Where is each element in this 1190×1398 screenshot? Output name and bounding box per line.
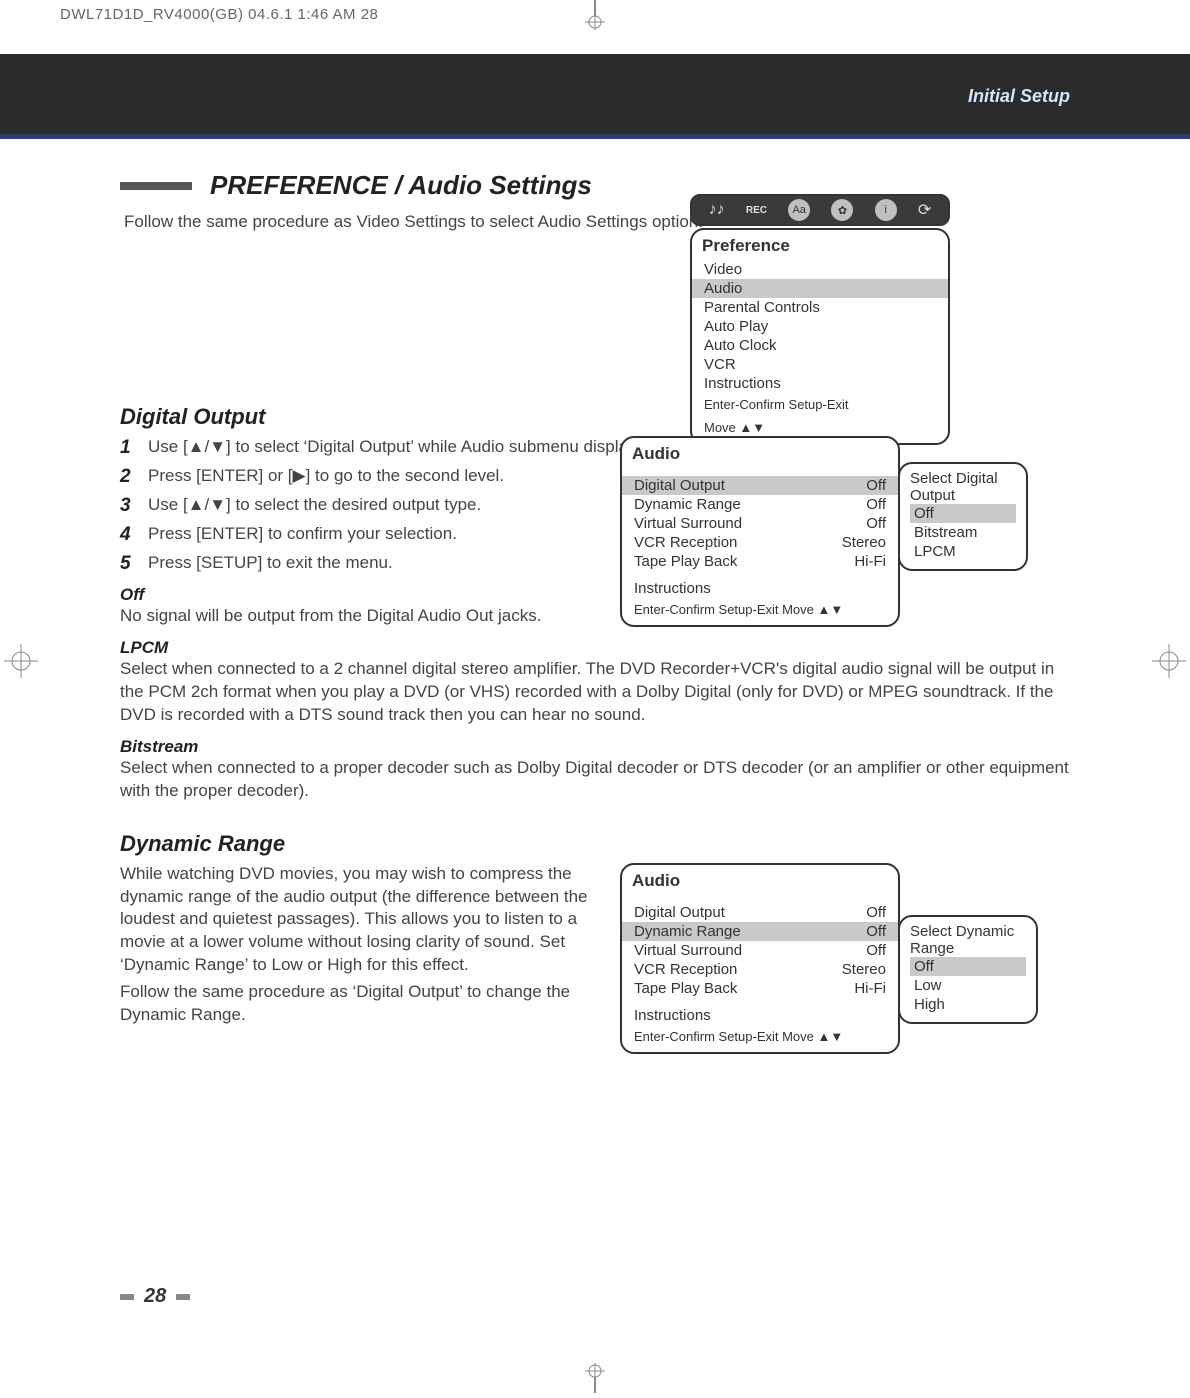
- list-item: Auto Play: [692, 317, 948, 336]
- popup-title: Range: [910, 940, 1026, 957]
- table-row: Digital OutputOff: [622, 903, 898, 922]
- crop-mark-top: [573, 0, 617, 35]
- list-item: Auto Clock: [692, 336, 948, 355]
- crop-mark-right: [1148, 640, 1190, 682]
- aa-badge-icon: Aa: [788, 199, 810, 221]
- preference-panel: Preference Video Audio Parental Controls…: [690, 228, 950, 445]
- page-number: 28: [120, 1285, 190, 1308]
- panel-foot: Enter-Confirm Setup-Exit Move ▲▼: [622, 1025, 898, 1052]
- dynamic-range-popup: Select Dynamic Range Off Low High: [898, 915, 1038, 1024]
- off-text: No signal will be output from the Digita…: [120, 605, 1070, 628]
- iconstrip: ♪♪ REC Aa ✿ i ⟳: [690, 194, 950, 226]
- table-row: Dynamic RangeOff: [622, 922, 898, 941]
- table-row: Tape Play BackHi-Fi: [622, 552, 898, 571]
- audio-panel-digital: Audio Digital OutputOff Dynamic RangeOff…: [620, 436, 900, 627]
- list-item: VCR: [692, 355, 948, 374]
- table-row: Dynamic RangeOff: [622, 495, 898, 514]
- off-title: Off: [120, 585, 1070, 605]
- list-item: Instructions: [692, 374, 948, 393]
- popup-option: Off: [910, 957, 1026, 976]
- mic-icon: ♪♪: [709, 201, 725, 219]
- step-num: 3: [120, 495, 138, 517]
- table-row: Tape Play BackHi-Fi: [622, 979, 898, 998]
- dynamic-range-text-1: While watching DVD movies, you may wish …: [120, 863, 600, 978]
- table-row: VCR ReceptionStereo: [622, 960, 898, 979]
- step-text: Press [ENTER] or [▶] to go to the second…: [148, 466, 504, 488]
- panel-title: Audio: [622, 865, 898, 895]
- lpcm-title: LPCM: [120, 638, 1070, 658]
- table-row: Digital OutputOff: [622, 476, 898, 495]
- page-num-tick: [120, 1294, 134, 1300]
- popup-title: Output: [910, 487, 1016, 504]
- step-text: Press [ENTER] to confirm your selection.: [148, 524, 457, 546]
- panel-foot: Enter-Confirm Setup-Exit Move ▲▼: [622, 598, 898, 625]
- panel-foot: Enter-Confirm Setup-Exit: [692, 393, 948, 420]
- step-num: 4: [120, 524, 138, 546]
- bitstream-text: Select when connected to a proper decode…: [120, 757, 1070, 803]
- crop-mark-left: [0, 640, 42, 682]
- printer-header: DWL71D1D_RV4000(GB) 04.6.1 1:46 AM 28: [60, 6, 378, 23]
- list-item: Audio: [692, 279, 948, 298]
- list-item: Parental Controls: [692, 298, 948, 317]
- dynamic-range-heading: Dynamic Range: [120, 831, 1070, 857]
- bitstream-title: Bitstream: [120, 737, 1070, 757]
- section-title: PREFERENCE / Audio Settings: [210, 170, 592, 201]
- page-num-tick: [176, 1294, 190, 1300]
- popup-option: LPCM: [910, 542, 1016, 561]
- instructions-label: Instructions: [622, 579, 898, 598]
- popup-title: Select Digital: [910, 470, 1016, 487]
- header-underline: [0, 134, 1190, 139]
- lpcm-text: Select when connected to a 2 channel dig…: [120, 658, 1070, 727]
- step-num: 5: [120, 553, 138, 575]
- digital-output-popup: Select Digital Output Off Bitstream LPCM: [898, 462, 1028, 571]
- panel-title: Audio: [622, 438, 898, 468]
- panel-title: Preference: [692, 230, 948, 260]
- popup-option: Bitstream: [910, 523, 1016, 542]
- dynamic-range-text-2: Follow the same procedure as ‘Digital Ou…: [120, 981, 600, 1027]
- table-row: Virtual SurroundOff: [622, 941, 898, 960]
- step-num: 1: [120, 437, 138, 459]
- table-row: VCR ReceptionStereo: [622, 533, 898, 552]
- fan-icon: ✿: [831, 199, 853, 221]
- page-number-value: 28: [144, 1285, 166, 1308]
- list-item: Video: [692, 260, 948, 279]
- refresh-icon: ⟳: [918, 200, 931, 220]
- lead-bar: [120, 182, 192, 190]
- table-row: Virtual SurroundOff: [622, 514, 898, 533]
- rec-icon: REC: [746, 205, 767, 216]
- popup-title: Select Dynamic: [910, 923, 1026, 940]
- initial-setup-label: Initial Setup: [968, 86, 1070, 107]
- step-text: Use [▲/▼] to select the desired output t…: [148, 495, 481, 517]
- step-num: 2: [120, 466, 138, 488]
- instructions-label: Instructions: [622, 1006, 898, 1025]
- popup-option: Low: [910, 976, 1026, 995]
- audio-panel-dynamic: Audio Digital OutputOff Dynamic RangeOff…: [620, 863, 900, 1054]
- crop-mark-bottom: [573, 1363, 617, 1398]
- step-text: Press [SETUP] to exit the menu.: [148, 553, 393, 575]
- popup-option: Off: [910, 504, 1016, 523]
- step-text: Use [▲/▼] to select ‘Digital Output’ whi…: [148, 437, 650, 459]
- popup-option: High: [910, 995, 1026, 1014]
- info-icon: i: [875, 199, 897, 221]
